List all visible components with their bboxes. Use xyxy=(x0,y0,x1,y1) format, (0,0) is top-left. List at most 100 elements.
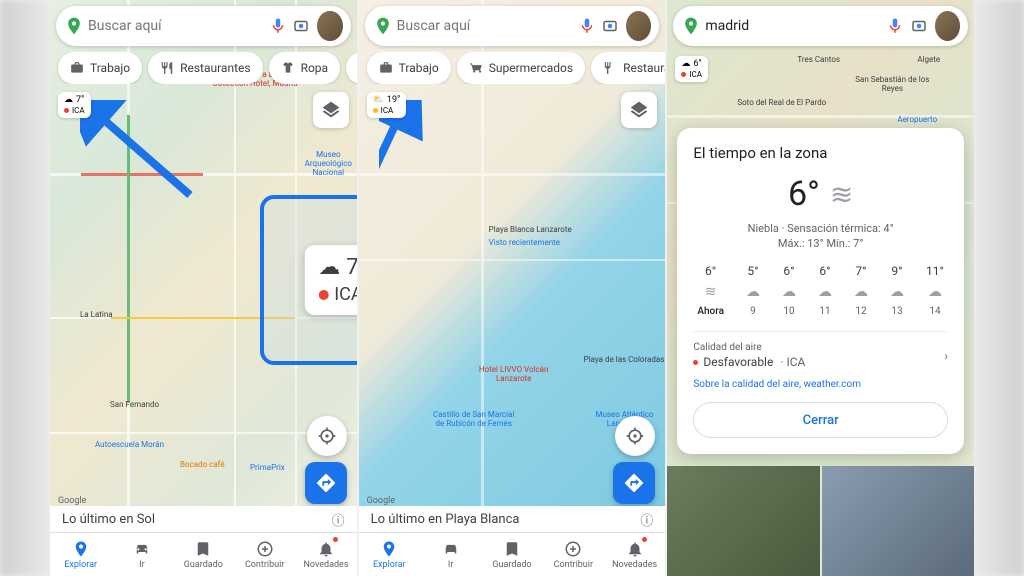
info-icon[interactable]: ⓘ xyxy=(640,510,653,529)
forecast-hour: 6°☁10 xyxy=(782,264,796,317)
forecast-hour: 6°≋Ahora xyxy=(697,264,724,317)
layers-button[interactable] xyxy=(621,92,657,128)
nav-explore[interactable]: Explorar xyxy=(50,533,111,576)
callout-arrow-icon xyxy=(80,100,210,200)
nav-contribute[interactable]: Contribuir xyxy=(543,533,604,576)
forecast-hour: 9°☁13 xyxy=(890,264,904,317)
cloud-icon: ☁ xyxy=(681,59,690,69)
lens-search-icon[interactable] xyxy=(598,12,622,40)
chip-restaurants[interactable]: Restaurantes xyxy=(591,52,665,84)
forecast-hour: 7°☁12 xyxy=(854,264,868,317)
poi-label[interactable]: Castillo de San Marcial de Rubicón de Fe… xyxy=(429,410,519,428)
voice-search-icon[interactable] xyxy=(883,12,907,40)
lens-search-icon[interactable] xyxy=(907,12,931,40)
nav-explore[interactable]: Explorar xyxy=(359,533,420,576)
lens-search-icon[interactable] xyxy=(290,12,314,40)
info-icon[interactable]: ⓘ xyxy=(332,510,345,529)
search-bar[interactable] xyxy=(365,6,660,46)
poi-label[interactable]: Tres Cantos xyxy=(797,55,840,64)
bottom-navigation: Explorar Ir Guardado Contribuir Novedade… xyxy=(50,532,357,576)
layers-button[interactable] xyxy=(313,92,349,128)
search-bar[interactable] xyxy=(56,6,351,46)
poi-label[interactable]: Playa Blanca Lanzarote xyxy=(489,225,572,234)
directions-icon xyxy=(315,472,337,494)
search-input[interactable] xyxy=(88,18,266,34)
weather-current: 6° ≋ xyxy=(693,174,948,214)
aqi-dot-icon xyxy=(318,290,328,300)
user-avatar[interactable] xyxy=(935,11,960,41)
air-quality-row[interactable]: Calidad del aire Desfavorable · ICA › xyxy=(693,331,948,369)
poi-label[interactable]: Visto recientemente xyxy=(489,238,560,247)
directions-icon xyxy=(623,472,645,494)
poi-label[interactable]: Aeropuerto xyxy=(897,115,937,124)
poi-label[interactable]: Algete xyxy=(917,55,940,64)
bookmark-icon xyxy=(503,540,521,558)
chip-restaurants[interactable]: Restaurantes xyxy=(148,52,263,84)
nav-saved[interactable]: Guardado xyxy=(173,533,234,576)
hourly-forecast[interactable]: 6°≋Ahora5°☁96°☁106°☁117°☁129°☁1311°☁14 xyxy=(693,264,948,317)
forecast-hour: 6°☁11 xyxy=(818,264,832,317)
chip-more[interactable] xyxy=(346,52,357,84)
map-panel-1: Sant Mauro, a Luxury Collection Hotel, M… xyxy=(50,0,357,576)
layers-icon xyxy=(321,100,341,120)
chevron-right-icon: › xyxy=(944,349,948,363)
search-input[interactable] xyxy=(397,18,575,34)
voice-search-icon[interactable] xyxy=(575,12,599,40)
poi-label[interactable]: Autoescuela Morán xyxy=(95,440,164,449)
crosshair-icon xyxy=(625,426,645,446)
poi-label[interactable]: Hotel LIVVO Volcán Lanzarote xyxy=(469,365,559,383)
weather-conditions: Niebla · Sensación térmica: 4° xyxy=(693,222,948,235)
forecast-hour: 11°☁14 xyxy=(926,264,944,317)
cloud-icon: ☁ xyxy=(64,95,73,105)
nav-contribute[interactable]: Contribuir xyxy=(234,533,295,576)
chip-supermarkets[interactable]: Supermercados xyxy=(457,52,585,84)
map-panel-2: Playa Blanca Lanzarote Visto recientemen… xyxy=(359,0,666,576)
poi-label[interactable]: San Fernando xyxy=(110,400,159,409)
layers-icon xyxy=(629,100,649,120)
weather-badge[interactable]: ☁6° ICA xyxy=(675,56,708,82)
bottom-navigation: Explorar Ir Guardado Contribuir Novedade… xyxy=(359,532,666,576)
poi-label[interactable]: San Sebastián de los Reyes xyxy=(847,75,937,93)
directions-button[interactable] xyxy=(305,462,347,504)
poi-label[interactable]: PrimaPrix xyxy=(250,463,285,472)
voice-search-icon[interactable] xyxy=(266,12,290,40)
category-chips: Trabajo Restaurantes Ropa xyxy=(56,52,357,84)
poi-label[interactable]: Soto del Real de El Pardo xyxy=(737,98,826,107)
google-maps-logo-icon xyxy=(64,15,84,37)
locate-me-button[interactable] xyxy=(307,416,347,456)
nav-go[interactable]: Ir xyxy=(420,533,481,576)
nav-saved[interactable]: Guardado xyxy=(481,533,542,576)
chip-work[interactable]: Trabajo xyxy=(58,52,142,84)
user-avatar[interactable] xyxy=(317,11,342,41)
chip-clothing[interactable]: Ropa xyxy=(269,52,341,84)
nav-go[interactable]: Ir xyxy=(111,533,172,576)
chip-work[interactable]: Trabajo xyxy=(367,52,451,84)
google-attribution: Google xyxy=(58,496,86,506)
cloud-icon: ☁ xyxy=(318,255,340,280)
latest-section-header[interactable]: Lo último en Sol ⓘ xyxy=(50,506,357,532)
google-maps-logo-icon xyxy=(681,15,701,37)
partly-cloudy-icon: ⛅ xyxy=(373,95,384,105)
weather-badge[interactable]: ⛅19° ICA xyxy=(367,92,407,118)
latest-section-header[interactable]: Lo último en Playa Blanca ⓘ xyxy=(359,506,666,532)
aqi-dot-icon xyxy=(693,360,698,365)
poi-label[interactable]: Museo Arqueológico Nacional xyxy=(300,150,357,177)
aqi-dot-icon xyxy=(681,72,686,77)
poi-label[interactable]: La Latina xyxy=(80,310,113,319)
nav-updates[interactable]: Novedades xyxy=(295,533,356,576)
close-button[interactable]: Cerrar xyxy=(693,402,948,438)
user-avatar[interactable] xyxy=(626,11,651,41)
bell-icon xyxy=(317,540,335,558)
poi-label[interactable]: Bocado café xyxy=(180,460,225,469)
nav-updates[interactable]: Novedades xyxy=(604,533,665,576)
search-bar[interactable] xyxy=(673,6,968,46)
search-input[interactable] xyxy=(705,18,883,34)
poi-label[interactable]: Playa de las Coloradas xyxy=(584,355,665,364)
car-icon xyxy=(442,540,460,558)
directions-button[interactable] xyxy=(613,462,655,504)
google-maps-logo-icon xyxy=(373,15,393,37)
category-chips: Trabajo Supermercados Restaurantes xyxy=(365,52,666,84)
notification-dot-icon xyxy=(333,537,338,542)
weather-source-link[interactable]: Sobre la calidad del aire, weather.com xyxy=(693,379,948,390)
weather-badge[interactable]: ☁7° ICA xyxy=(58,92,91,118)
